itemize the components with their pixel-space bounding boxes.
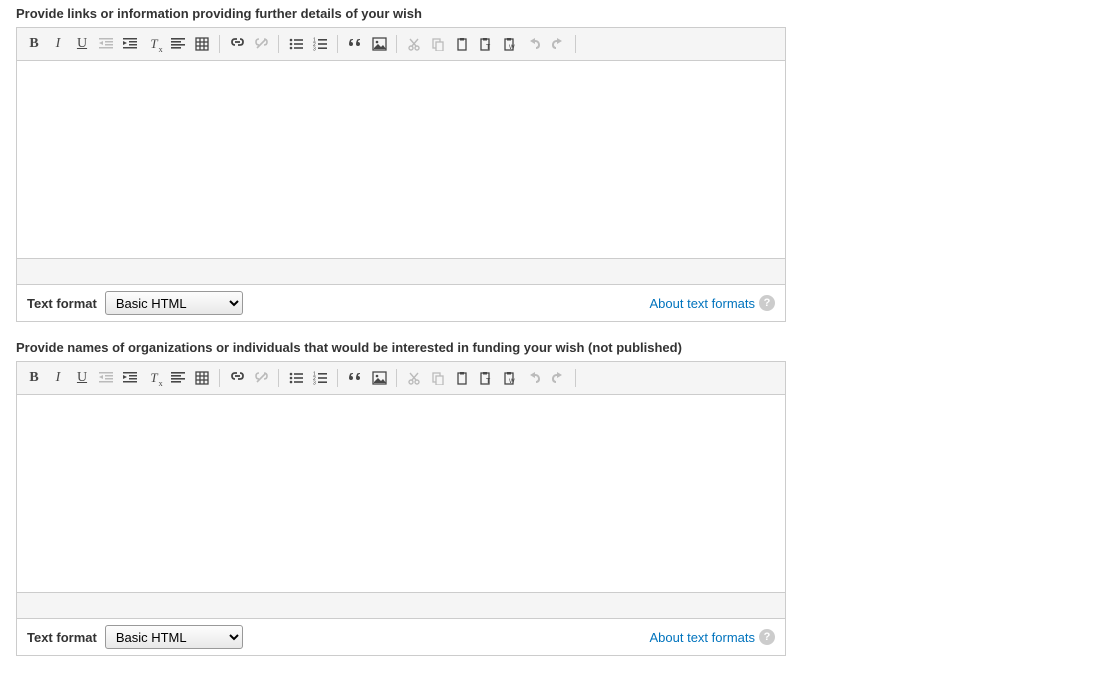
underline-button[interactable]: U (71, 33, 93, 55)
link-button[interactable] (226, 33, 248, 55)
editor-statusbar (17, 258, 785, 284)
outdent-button[interactable] (95, 367, 117, 389)
bold-button[interactable]: B (23, 33, 45, 55)
paste-word-button[interactable]: W (499, 367, 521, 389)
indent-button[interactable] (119, 367, 141, 389)
editor-textarea[interactable] (17, 61, 785, 258)
toolbar-sep (575, 369, 576, 387)
bullet-list-button[interactable] (285, 367, 307, 389)
toolbar-sep (337, 369, 338, 387)
unlink-button[interactable] (250, 33, 272, 55)
svg-text:T: T (486, 378, 491, 385)
toolbar-sep (575, 35, 576, 53)
svg-text:W: W (509, 45, 515, 51)
cut-button[interactable] (403, 33, 425, 55)
paste-text-button[interactable]: T (475, 33, 497, 55)
redo-button[interactable] (547, 33, 569, 55)
underline-button[interactable]: U (71, 367, 93, 389)
image-button[interactable] (368, 33, 390, 55)
unlink-button[interactable] (250, 367, 272, 389)
toolbar-sep (219, 35, 220, 53)
copy-button[interactable] (427, 33, 449, 55)
svg-text:T: T (486, 44, 491, 51)
text-format-row: Text format Basic HTML About text format… (16, 285, 786, 322)
about-text-formats-link[interactable]: About text formats (650, 296, 756, 311)
text-format-select[interactable]: Basic HTML (105, 625, 243, 649)
italic-button[interactable]: I (47, 33, 69, 55)
toolbar-sep (337, 35, 338, 53)
text-format-row: Text format Basic HTML About text format… (16, 619, 786, 656)
editor-container: B I U T 123 T W (16, 27, 786, 285)
italic-button[interactable]: I (47, 367, 69, 389)
paste-button[interactable] (451, 33, 473, 55)
table-button[interactable] (191, 33, 213, 55)
blockquote-button[interactable] (344, 33, 366, 55)
paste-word-button[interactable]: W (499, 33, 521, 55)
text-format-label: Text format (27, 630, 97, 645)
field-further-details: Provide links or information providing f… (16, 6, 786, 322)
field-funding-organizations: Provide names of organizations or indivi… (16, 340, 786, 656)
toolbar-sep (396, 35, 397, 53)
cut-button[interactable] (403, 367, 425, 389)
editor-textarea[interactable] (17, 395, 785, 592)
paste-button[interactable] (451, 367, 473, 389)
bold-button[interactable]: B (23, 367, 45, 389)
toolbar-sep (278, 35, 279, 53)
text-format-label: Text format (27, 296, 97, 311)
remove-format-button[interactable]: T (143, 367, 165, 389)
field-label: Provide names of organizations or indivi… (16, 340, 786, 355)
toolbar-sep (278, 369, 279, 387)
undo-button[interactable] (523, 33, 545, 55)
undo-button[interactable] (523, 367, 545, 389)
indent-button[interactable] (119, 33, 141, 55)
svg-text:W: W (509, 379, 515, 385)
toolbar-sep (219, 369, 220, 387)
svg-text:3: 3 (313, 381, 316, 386)
numbered-list-button[interactable]: 123 (309, 367, 331, 389)
toolbar-sep (396, 369, 397, 387)
align-button[interactable] (167, 33, 189, 55)
field-label: Provide links or information providing f… (16, 6, 786, 21)
numbered-list-button[interactable]: 123 (309, 33, 331, 55)
paste-text-button[interactable]: T (475, 367, 497, 389)
help-icon[interactable]: ? (759, 629, 775, 645)
svg-text:3: 3 (313, 47, 316, 52)
text-format-select[interactable]: Basic HTML (105, 291, 243, 315)
editor-toolbar: B I U T 123 T W (17, 362, 785, 395)
blockquote-button[interactable] (344, 367, 366, 389)
outdent-button[interactable] (95, 33, 117, 55)
help-icon[interactable]: ? (759, 295, 775, 311)
link-button[interactable] (226, 367, 248, 389)
image-button[interactable] (368, 367, 390, 389)
copy-button[interactable] (427, 367, 449, 389)
table-button[interactable] (191, 367, 213, 389)
editor-statusbar (17, 592, 785, 618)
editor-container: B I U T 123 T W (16, 361, 786, 619)
editor-toolbar: B I U T 123 T W (17, 28, 785, 61)
redo-button[interactable] (547, 367, 569, 389)
about-text-formats-link[interactable]: About text formats (650, 630, 756, 645)
remove-format-button[interactable]: T (143, 33, 165, 55)
bullet-list-button[interactable] (285, 33, 307, 55)
align-button[interactable] (167, 367, 189, 389)
